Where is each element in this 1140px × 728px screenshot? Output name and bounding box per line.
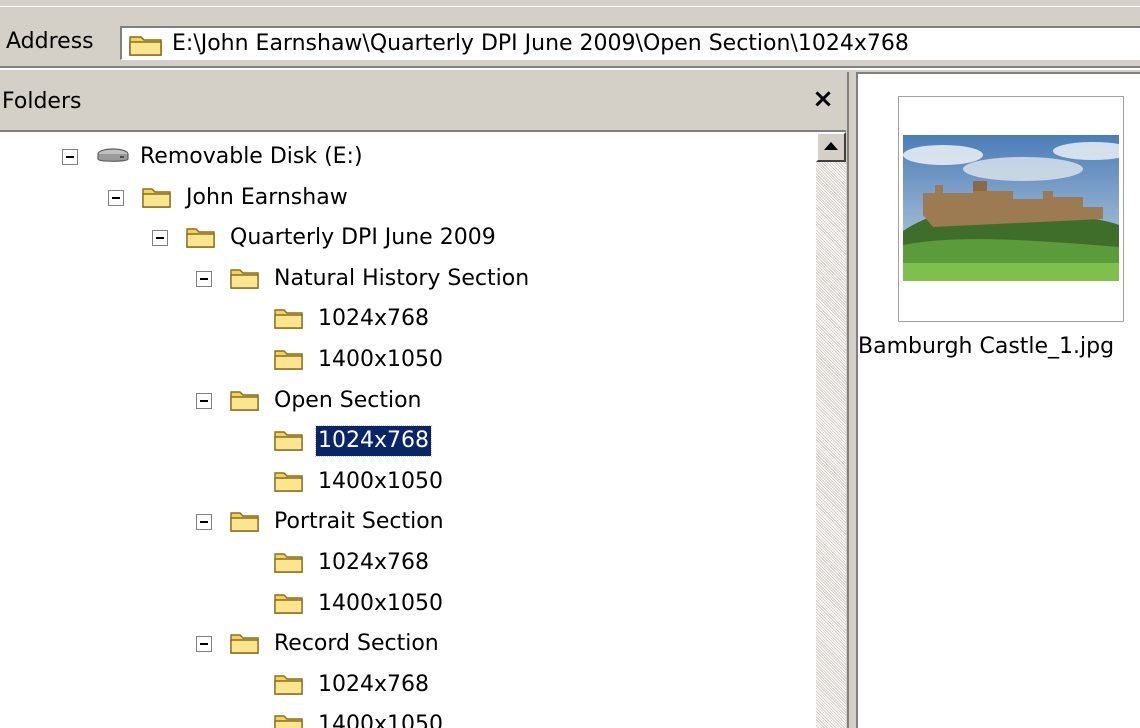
- tree-item-label: Record Section: [274, 631, 439, 657]
- address-label: Address: [6, 29, 94, 54]
- scroll-up-button[interactable]: [816, 132, 846, 162]
- folder-icon: [142, 185, 172, 215]
- tree-item-label: Portrait Section: [274, 509, 444, 535]
- folder-icon: [274, 469, 304, 499]
- tree-item[interactable]: 1400x1050: [0, 345, 810, 375]
- address-separator-highlight: [0, 68, 1140, 70]
- collapse-toggle-icon[interactable]: [152, 230, 168, 247]
- tree-item[interactable]: Portrait Section: [0, 507, 810, 537]
- folder-icon: [274, 712, 304, 728]
- collapse-toggle-icon[interactable]: [108, 189, 124, 206]
- collapse-toggle-icon[interactable]: [196, 514, 212, 531]
- tree-item-label: 1400x1050: [318, 712, 443, 728]
- folder-tree: Removable Disk (E:) John Earnshaw Quarterl…: [0, 130, 846, 728]
- tree-item-label: 1024x768: [318, 306, 429, 332]
- folder-icon: [230, 388, 260, 418]
- tree-item[interactable]: 1400x1050: [0, 589, 810, 619]
- folders-title: Folders: [2, 89, 82, 114]
- folder-icon: [186, 225, 216, 255]
- arrow-up-icon: [824, 142, 838, 150]
- folder-icon: [128, 32, 164, 64]
- folders-header: Folders ×: [0, 78, 846, 126]
- removable-disk-icon: [96, 144, 130, 174]
- tree-item[interactable]: 1024x768: [0, 548, 810, 578]
- tree-item[interactable]: Removable Disk (E:): [0, 142, 810, 172]
- collapse-toggle-icon[interactable]: [196, 392, 212, 409]
- tree-item-label: 1024x768: [318, 671, 429, 697]
- tree-item-label-selected: 1024x768: [315, 425, 432, 458]
- tree-item[interactable]: 1400x1050: [0, 710, 810, 728]
- tree-item-label: Open Section: [274, 387, 422, 413]
- tree-item-label: 1400x1050: [318, 590, 443, 616]
- tree-item[interactable]: Natural History Section: [0, 264, 810, 294]
- folder-icon: [274, 591, 304, 621]
- file-list-pane: Bamburgh Castle_1.jpg: [856, 72, 1140, 728]
- vertical-scrollbar[interactable]: [816, 132, 846, 728]
- file-name[interactable]: Bamburgh Castle_1.jpg: [858, 332, 1114, 362]
- collapse-toggle-icon[interactable]: [196, 270, 212, 287]
- address-bar: Address E:\John Earnshaw\Quarterly DPI J…: [0, 0, 1140, 70]
- tree-item-label: Natural History Section: [274, 265, 530, 291]
- tree-item-label: Quarterly DPI June 2009: [230, 225, 496, 251]
- collapse-toggle-icon[interactable]: [62, 149, 78, 165]
- tree-item[interactable]: Quarterly DPI June 2009: [0, 223, 810, 253]
- tree-item-label: 1400x1050: [318, 347, 443, 372]
- folder-icon: [274, 672, 304, 702]
- tree-item[interactable]: John Earnshaw: [0, 183, 810, 213]
- tree-item-label: John Earnshaw: [186, 184, 348, 210]
- address-path: E:\John Earnshaw\Quarterly DPI June 2009…: [172, 31, 909, 56]
- folder-icon: [230, 631, 260, 661]
- tree-item[interactable]: 1400x1050: [0, 467, 810, 497]
- folder-icon: [274, 306, 304, 336]
- folder-icon: [230, 266, 260, 296]
- toolbar-divider: [0, 6, 1140, 7]
- tree-item[interactable]: Record Section: [0, 629, 810, 659]
- folder-icon: [274, 550, 304, 580]
- tree-item[interactable]: 1024x768: [0, 670, 810, 700]
- tree-item[interactable]: 1024x768: [0, 304, 810, 334]
- folder-icon: [230, 509, 260, 539]
- tree-item-label: 1400x1050: [318, 468, 443, 494]
- close-icon[interactable]: ×: [808, 84, 838, 114]
- folder-icon: [274, 347, 304, 377]
- folders-pane: Folders × Removable Disk (E:) John Earnsh…: [0, 72, 846, 728]
- tree-item[interactable]: 1024x768: [0, 425, 810, 458]
- thumbnail-frame[interactable]: [898, 96, 1124, 322]
- tree-item-label: Removable Disk (E:): [140, 144, 363, 169]
- folder-icon: [274, 428, 304, 458]
- tree-item[interactable]: Open Section: [0, 386, 810, 416]
- pane-splitter[interactable]: [846, 72, 856, 728]
- tree-item-label: 1024x768: [318, 550, 429, 575]
- address-input[interactable]: E:\John Earnshaw\Quarterly DPI June 2009…: [120, 26, 1140, 60]
- castle-photo-thumbnail: [903, 135, 1119, 281]
- collapse-toggle-icon[interactable]: [196, 636, 212, 653]
